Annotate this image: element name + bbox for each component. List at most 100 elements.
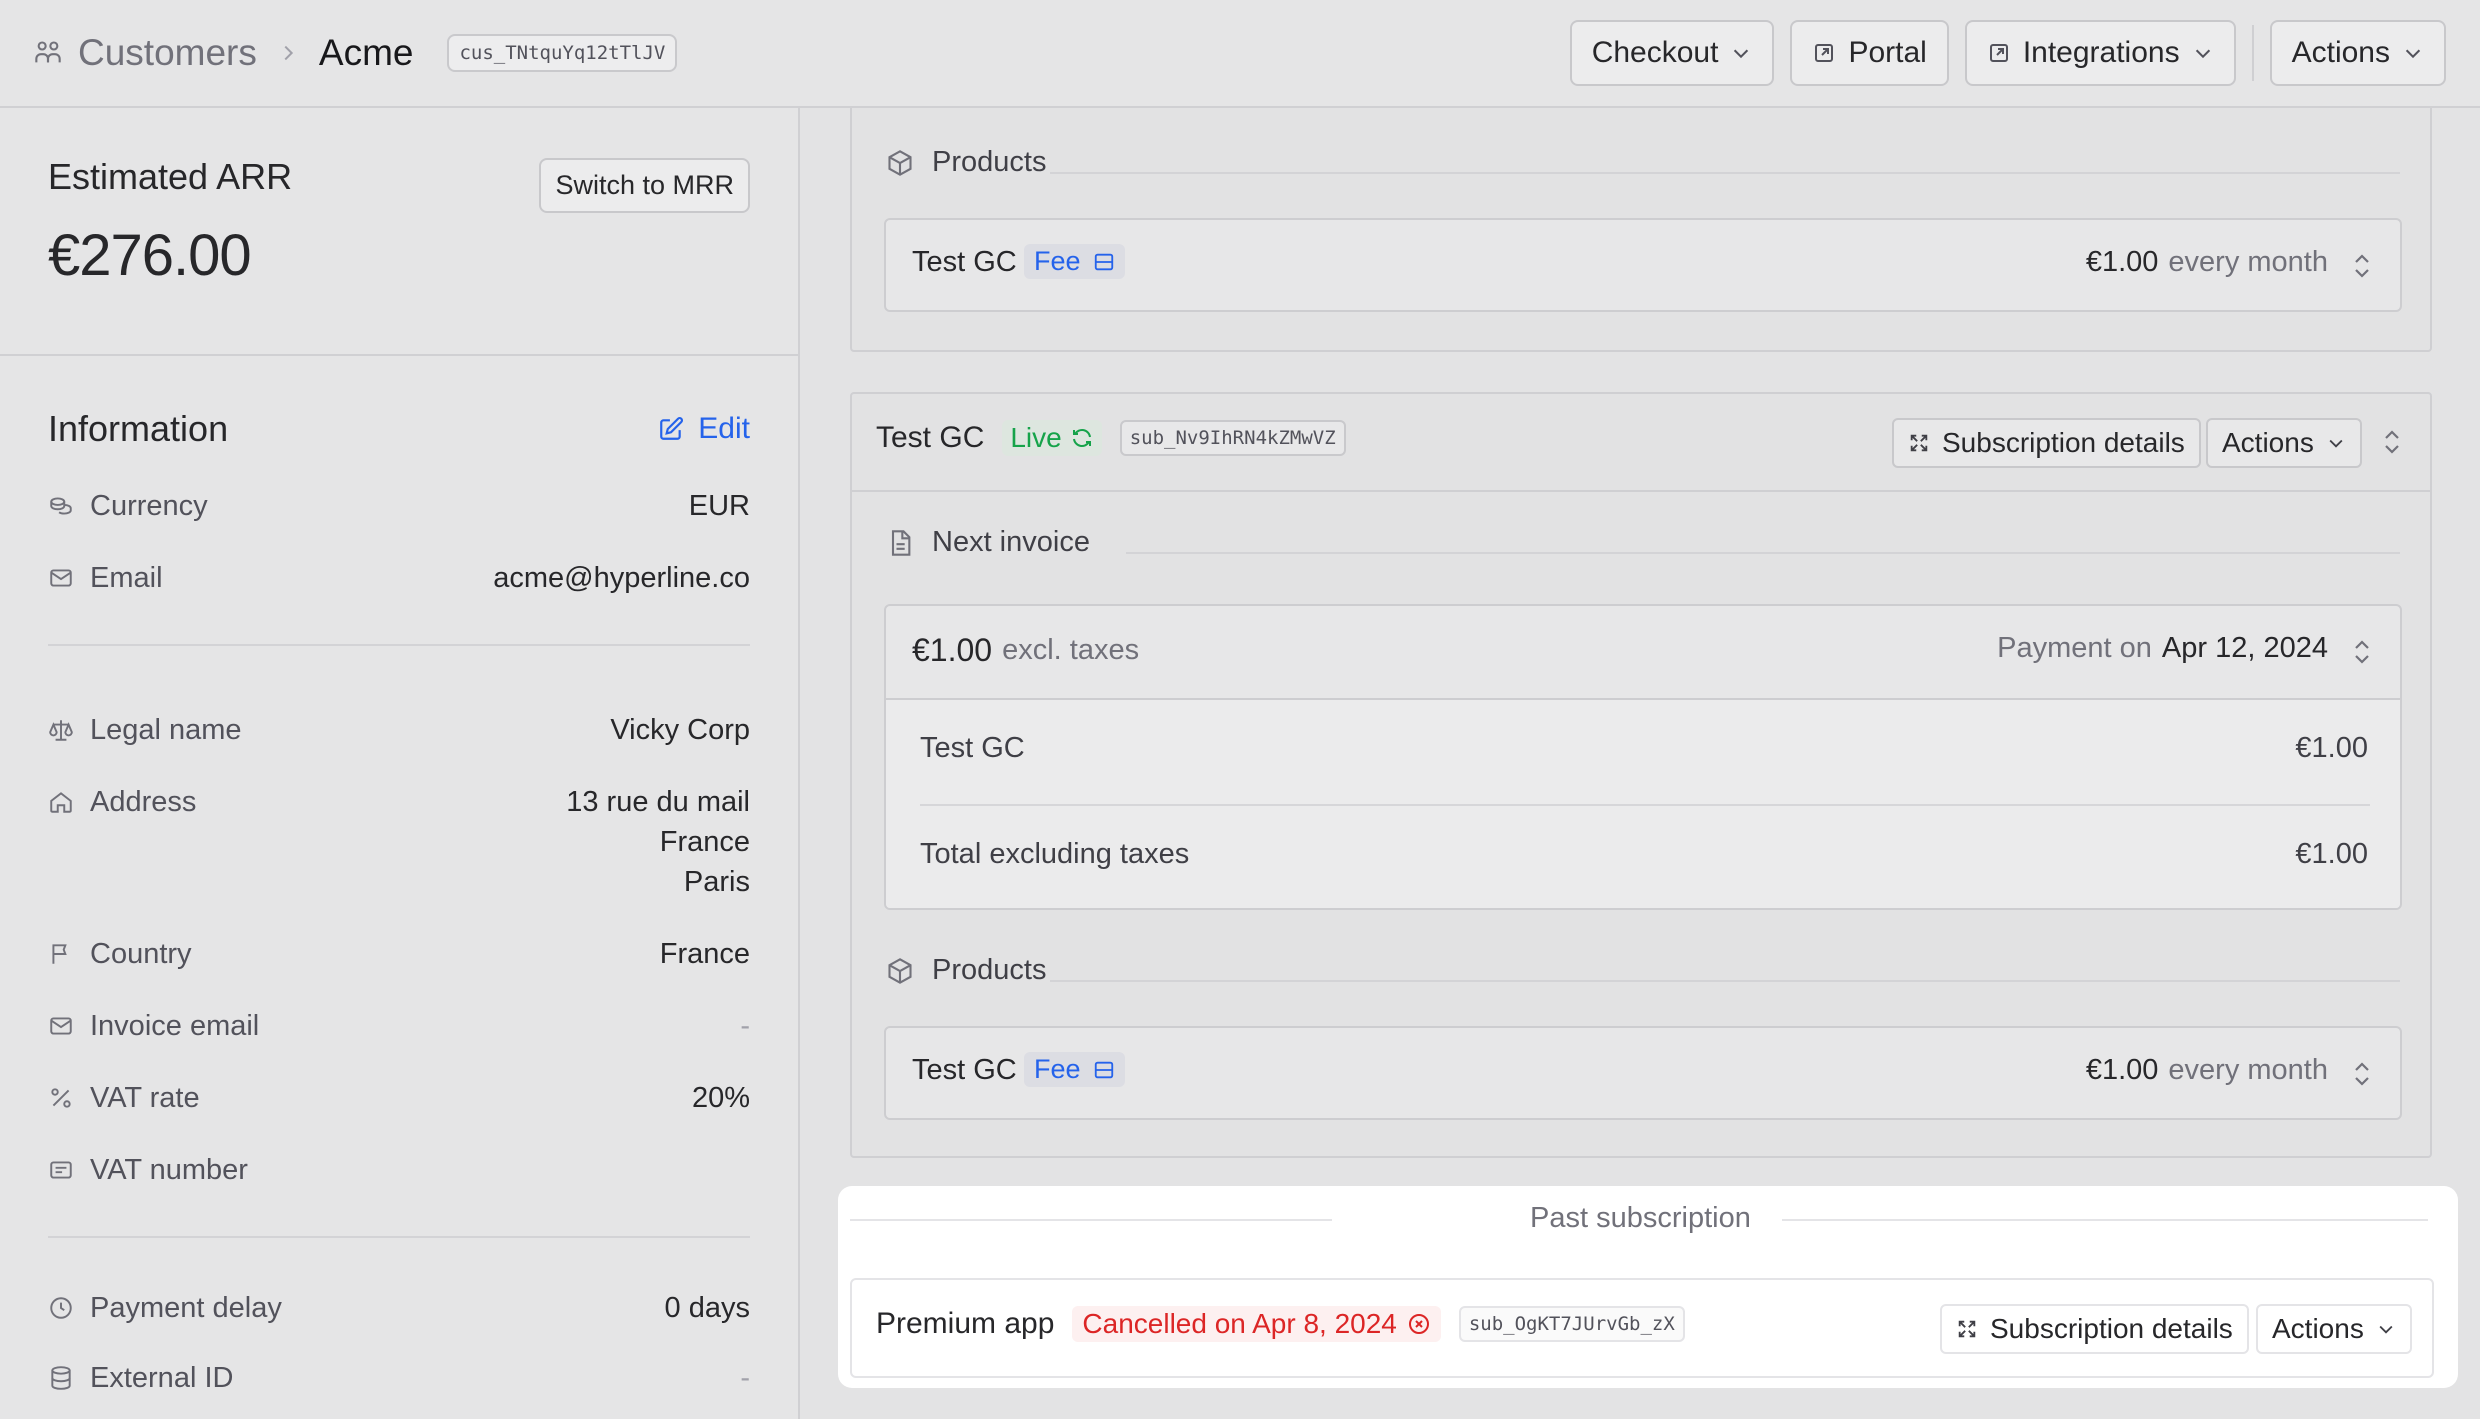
next-invoice-label: Next invoice (932, 526, 1090, 558)
products-label: Products (932, 146, 1047, 178)
breadcrumb: Customers Acme cus_TNtquYq12tTlJV (34, 32, 678, 74)
product-amount: €1.00 (2085, 246, 2159, 278)
toolbar-divider (2251, 25, 2254, 81)
currency-value: EUR (688, 490, 750, 522)
past-subscription-title: Past subscription (1530, 1202, 1751, 1234)
vat-rate-value: 20% (691, 1082, 750, 1114)
integrations-button-label: Integrations (2022, 36, 2180, 69)
subscription-card-previous: Products Test GC Fee €1.00 every month (850, 108, 2432, 352)
past-subscription-name: Premium app (876, 1307, 1055, 1340)
breadcrumb-current: Acme (318, 32, 414, 73)
invoice-payment-date-group: Payment on Apr 12, 2024 (1997, 632, 2328, 665)
fee-badge-label: Fee (1034, 246, 1081, 276)
address-label: Address (90, 786, 197, 818)
currency-row: Currency EUR (48, 486, 750, 558)
checkout-button[interactable]: Checkout (1569, 20, 1775, 86)
header-actions-label: Actions (2291, 36, 2390, 69)
cancelled-status-badge: Cancelled on Apr 8, 2024 (1072, 1306, 1441, 1342)
product-name: Test GC (912, 1054, 1017, 1086)
subscription-name: Test GC (876, 421, 985, 454)
arr-section: Estimated ARR Switch to MRR €276.00 (0, 108, 798, 356)
past-subscription-panel: Past subscription Premium app Cancelled … (838, 1186, 2458, 1388)
product-price: €1.00 every month (2086, 1054, 2328, 1087)
past-subscription-details-label: Subscription details (1990, 1313, 2233, 1344)
subscription-details-label: Subscription details (1942, 427, 2185, 458)
invoice-email-label: Invoice email (90, 1010, 260, 1042)
chevron-down-icon (1734, 49, 1749, 59)
past-subscription-id-chip[interactable]: sub_OgKT7JUrvGb_zX (1458, 1306, 1685, 1342)
box-icon (888, 149, 912, 176)
fee-badge: Fee (1024, 244, 1125, 279)
chevron-up-down-icon[interactable] (2350, 636, 2374, 668)
subscription-actions-button[interactable]: Actions (2206, 418, 2362, 468)
next-invoice-box: €1.00 excl. taxes Payment on Apr 12, 202… (884, 604, 2402, 910)
invoice-total-label: Total excluding taxes (920, 838, 1190, 870)
section-rule (1782, 1219, 2428, 1221)
invoice-lines: Test GC €1.00 Total excluding taxes €1.0… (886, 700, 2400, 908)
payment-date: Apr 12, 2024 (2161, 632, 2328, 664)
customer-sidebar: Estimated ARR Switch to MRR €276.00 Info… (0, 108, 800, 1419)
chevron-up-down-icon[interactable] (2350, 250, 2374, 282)
home-icon (50, 792, 72, 813)
chevron-down-icon (2195, 49, 2210, 59)
section-rule (1050, 980, 2400, 982)
edit-button[interactable]: Edit (658, 412, 750, 446)
portal-button[interactable]: Portal (1790, 20, 1949, 86)
invoice-line-label: Test GC (920, 732, 1025, 764)
mail-icon (50, 569, 72, 587)
subscription-actions-label: Actions (2222, 427, 2314, 458)
top-bar: Customers Acme cus_TNtquYq12tTlJV Checko… (0, 0, 2480, 108)
invoice-line-value: €1.00 (2295, 732, 2368, 764)
address-line-3: Paris (683, 866, 750, 898)
address-line-1: 13 rue du mail (566, 786, 750, 818)
external-id-value: - (740, 1362, 750, 1394)
products-section-label: Products (886, 146, 1046, 179)
email-row: Email acme@hyperline.co (48, 558, 750, 644)
past-subscription-card: Premium app Cancelled on Apr 8, 2024 sub… (850, 1278, 2434, 1378)
edit-label: Edit (698, 412, 750, 445)
email-value: acme@hyperline.co (493, 562, 750, 594)
section-rule (850, 1219, 1332, 1221)
invoice-tax-note: excl. taxes (1002, 634, 1140, 666)
vat-number-row: VAT number (48, 1150, 750, 1236)
past-subscription-actions-label: Actions (2272, 1313, 2364, 1344)
product-item[interactable]: Test GC Fee €1.00 every month (884, 1026, 2402, 1120)
invoice-amount-group: €1.00 excl. taxes (912, 632, 1139, 669)
arr-value: €276.00 (48, 223, 252, 288)
header-actions-button[interactable]: Actions (2269, 20, 2446, 86)
flag-icon (52, 944, 67, 964)
integrations-button[interactable]: Integrations (1964, 20, 2236, 86)
coins-icon (50, 497, 72, 515)
past-subscription-details-button[interactable]: Subscription details (1940, 1304, 2249, 1354)
product-period: every month (2168, 1054, 2328, 1086)
chevron-up-down-icon[interactable] (2380, 426, 2404, 458)
subscription-title-group: Test GC Live sub_Nv9IhRN4kZMwVZ (876, 420, 1346, 456)
product-item[interactable]: Test GC Fee €1.00 every month (884, 218, 2402, 312)
subscription-id-chip[interactable]: sub_Nv9IhRN4kZMwVZ (1119, 420, 1346, 456)
chevron-up-down-icon[interactable] (2350, 1058, 2374, 1090)
product-period: every month (2168, 246, 2328, 278)
products-label: Products (932, 954, 1047, 986)
fee-icon (1094, 253, 1113, 270)
scale-icon (49, 720, 73, 741)
vat-rate-row: VAT rate 20% (48, 1078, 750, 1150)
subscription-card-live: Test GC Live sub_Nv9IhRN4kZMwVZ Subscrip… (850, 392, 2432, 1158)
invoice-summary[interactable]: €1.00 excl. taxes Payment on Apr 12, 202… (886, 606, 2400, 700)
portal-button-label: Portal (1848, 36, 1927, 69)
id-card-icon (50, 1161, 72, 1179)
past-subscription-actions-button[interactable]: Actions (2256, 1304, 2412, 1354)
invoice-line-divider (920, 804, 2370, 806)
invoice-email-value: - (740, 1010, 750, 1042)
status-label: Live (1010, 422, 1062, 453)
information-title: Information (48, 408, 229, 449)
section-rule (1050, 172, 2400, 174)
section-rule (1126, 552, 2400, 554)
cancelled-status-label: Cancelled on Apr 8, 2024 (1082, 1308, 1397, 1339)
fee-badge-label: Fee (1034, 1054, 1081, 1084)
switch-to-mrr-button[interactable]: Switch to MRR (539, 158, 750, 213)
breadcrumb-customers-link[interactable]: Customers (78, 32, 257, 74)
payment-delay-row: Payment delay 0 days (48, 1288, 750, 1358)
subscription-details-button[interactable]: Subscription details (1892, 418, 2201, 468)
customer-id-chip[interactable]: cus_TNtquYq12tTlJV (447, 34, 678, 72)
external-id-row: External ID - (48, 1358, 750, 1419)
